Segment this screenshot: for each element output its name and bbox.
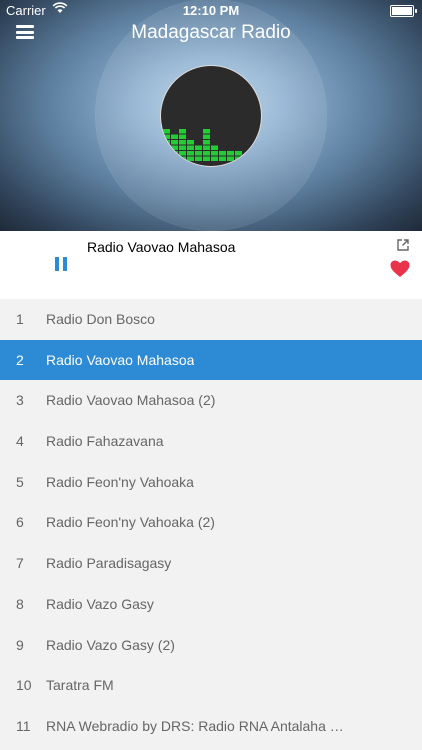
share-icon[interactable] bbox=[396, 238, 410, 252]
station-name: Radio Paradisagasy bbox=[46, 555, 172, 572]
station-name: Radio Vaovao Mahasoa (2) bbox=[46, 392, 216, 409]
station-number: 6 bbox=[16, 514, 24, 531]
station-number: 5 bbox=[16, 473, 24, 490]
station-number: 11 bbox=[16, 717, 31, 734]
station-row-selected[interactable]: 2 Radio Vaovao Mahasoa bbox=[0, 339, 422, 381]
station-row[interactable]: 4 Radio Fahazavana bbox=[0, 421, 422, 462]
station-name: Radio Feon'ny Vahoaka (2) bbox=[46, 514, 215, 531]
now-playing-title: Radio Vaovao Mahasoa bbox=[87, 239, 236, 255]
station-name: Radio Vazo Gasy (2) bbox=[46, 636, 175, 653]
station-row[interactable]: 1 Radio Don Bosco bbox=[0, 299, 422, 340]
station-number: 7 bbox=[16, 555, 24, 572]
station-number: 4 bbox=[16, 433, 24, 450]
battery-icon bbox=[390, 5, 417, 17]
station-name: Taratra FM bbox=[46, 677, 114, 694]
equalizer-icon bbox=[163, 129, 258, 161]
status-bar: Carrier 12:10 PM bbox=[0, 0, 422, 22]
station-name: Radio Fahazavana bbox=[46, 433, 164, 450]
favorite-heart-icon[interactable] bbox=[390, 260, 410, 278]
station-number: 3 bbox=[16, 392, 24, 409]
pause-button[interactable] bbox=[54, 257, 68, 271]
station-number: 1 bbox=[16, 311, 24, 327]
station-list: 1 Radio Don Bosco 2 Radio Vaovao Mahasoa 3… bbox=[0, 299, 422, 747]
station-row[interactable]: 6 Radio Feon'ny Vahoaka (2) bbox=[0, 502, 422, 544]
app-title: Madagascar Radio bbox=[131, 22, 291, 43]
station-number: 10 bbox=[16, 677, 32, 694]
station-name: Radio Don Bosco bbox=[46, 311, 155, 327]
station-row[interactable]: 10 Taratra FM bbox=[0, 665, 422, 706]
station-row[interactable]: 3 Radio Vaovao Mahasoa (2) bbox=[0, 380, 422, 422]
station-number: 2 bbox=[16, 351, 24, 368]
station-number: 9 bbox=[16, 636, 24, 653]
station-number: 8 bbox=[16, 595, 24, 612]
station-name: Radio Feon'ny Vahoaka bbox=[46, 473, 194, 490]
station-row[interactable]: 8 Radio Vazo Gasy bbox=[0, 583, 422, 625]
station-name: Radio Vazo Gasy bbox=[46, 595, 154, 612]
station-row[interactable]: 5 Radio Feon'ny Vahoaka bbox=[0, 461, 422, 503]
station-row[interactable]: 9 Radio Vazo Gasy (2) bbox=[0, 624, 422, 666]
clock-time: 12:10 PM bbox=[182, 3, 240, 18]
equalizer-artwork bbox=[160, 65, 262, 167]
station-row[interactable]: 7 Radio Paradisagasy bbox=[0, 543, 422, 584]
now-playing-bar: Radio Vaovao Mahasoa bbox=[0, 231, 422, 300]
station-name: Radio Vaovao Mahasoa bbox=[46, 351, 195, 368]
station-name: RNA Webradio by DRS: Radio RNA Antalaha … bbox=[46, 717, 351, 734]
hero-header: Carrier 12:10 PM Madagascar Radio bbox=[0, 0, 422, 231]
station-row[interactable]: 11 RNA Webradio by DRS: Radio RNA Antalah… bbox=[0, 705, 422, 747]
